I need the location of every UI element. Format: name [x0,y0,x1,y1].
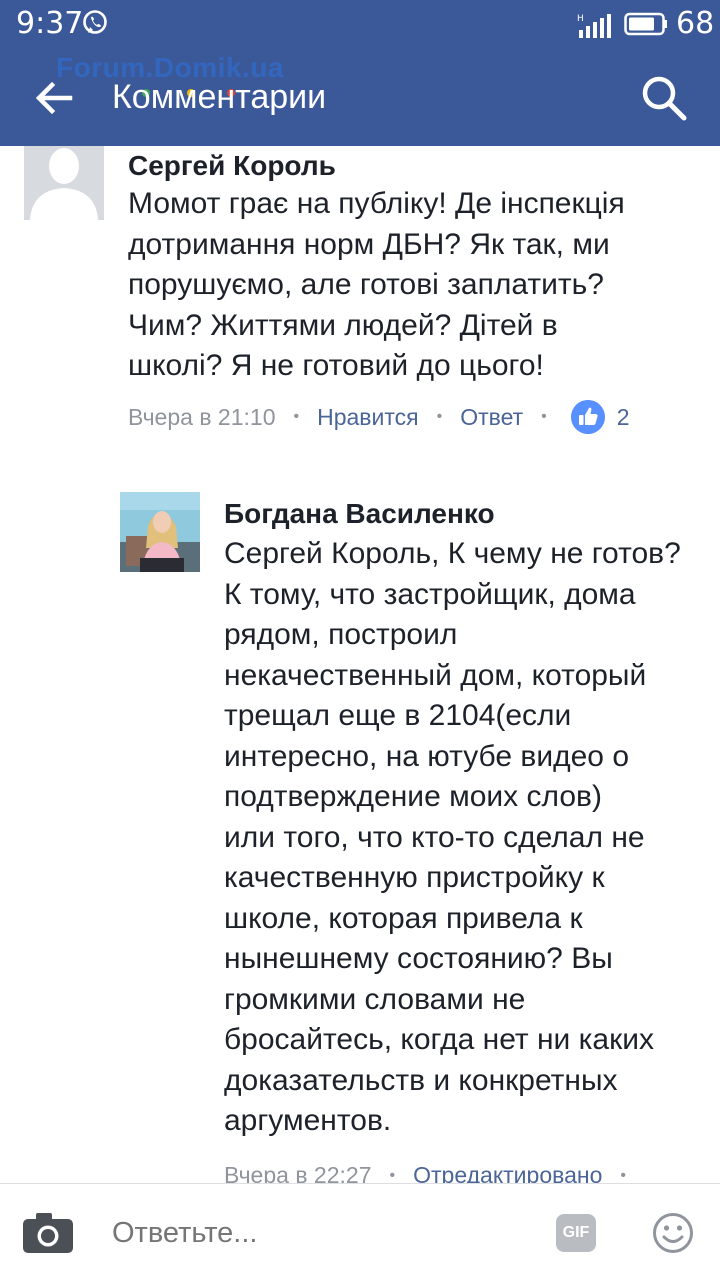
separator-dot: • [541,408,547,425]
comment: Сергей Король Момот грає на публіку! Де … [0,146,720,466]
separator-dot: • [620,1166,626,1184]
comment-time: Вчера в 21:10 [128,403,276,430]
gif-button[interactable]: GIF [556,1214,596,1252]
signal-icon: H [577,14,611,38]
network-label: H [577,14,584,24]
comment-author[interactable]: Богдана Василенко [224,498,495,530]
separator-dot: • [293,408,300,425]
comment-reply: Богдана Василенко Сергей Король, К чему … [0,492,720,1188]
reply-composer: GIF [0,1183,720,1280]
emoji-icon[interactable] [652,1212,694,1254]
comment-text: Момот грає на публіку! Де інспекція дотр… [128,187,625,382]
camera-icon[interactable] [22,1212,74,1254]
reply-input[interactable] [112,1212,532,1254]
battery-level: 68 [676,6,715,41]
thumbs-up-icon[interactable] [570,400,605,434]
like-count[interactable]: 2 [617,404,630,431]
separator-dot: • [436,408,443,425]
page-title: Комментарии [112,78,327,116]
back-arrow-icon[interactable] [30,74,78,122]
like-button[interactable]: Нравится [317,404,419,431]
avatar[interactable] [120,492,200,572]
comment-text: Сергей Король, К чему не готов? К тому, … [224,537,681,1137]
comment-meta: Вчера в 21:10 • Нравится • Ответ • 2 [128,400,630,434]
app-bar: Forum.Domik.ua Комментарии [0,48,720,146]
battery-icon [624,12,667,36]
status-bar: 9:37 H 68 [0,0,720,48]
comment-author[interactable]: Сергей Король [128,150,336,182]
separator-dot: • [389,1166,396,1184]
avatar[interactable] [24,146,104,220]
reply-button[interactable]: Ответ [460,404,523,431]
status-time: 9:37 [16,6,84,41]
search-icon[interactable] [638,72,690,124]
viber-icon [83,10,107,34]
